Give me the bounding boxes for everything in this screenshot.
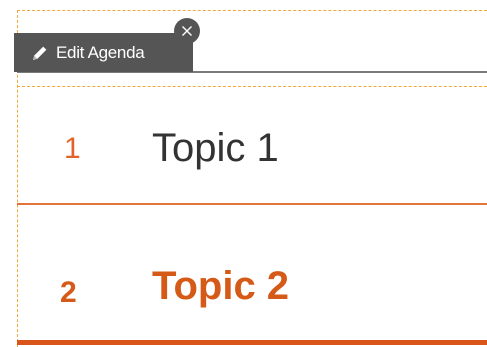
agenda-item-title[interactable]: Topic 1 xyxy=(152,128,279,168)
selection-outline-top xyxy=(17,10,487,11)
agenda-item-divider xyxy=(17,203,487,205)
close-icon xyxy=(181,25,193,37)
agenda-item-title-active[interactable]: Topic 2 xyxy=(152,266,289,306)
edit-agenda-label: Edit Agenda xyxy=(56,42,145,62)
agenda-item-number-active: 2 xyxy=(60,276,77,309)
selection-outline-inner xyxy=(17,86,487,87)
active-item-underline xyxy=(17,340,487,345)
close-button[interactable] xyxy=(174,18,200,44)
agenda-canvas: Edit Agenda 1 Topic 1 2 Topic 2 xyxy=(0,0,487,347)
edit-agenda-button[interactable]: Edit Agenda xyxy=(14,33,193,72)
pencil-icon xyxy=(30,43,50,63)
agenda-item-number: 1 xyxy=(64,132,81,165)
